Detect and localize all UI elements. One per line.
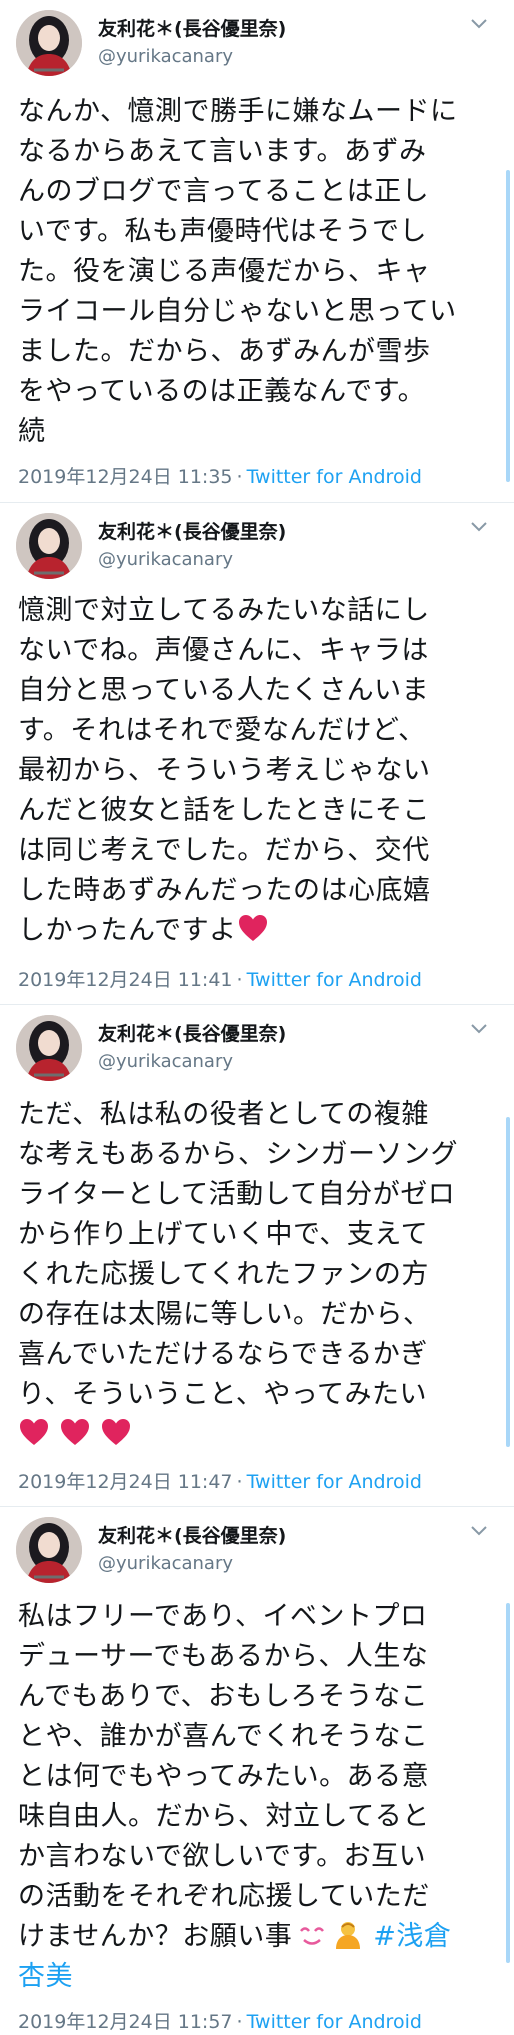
red-heart-icon: [102, 1419, 131, 1445]
tweet-text-line: した時あずみんだったのは心底嬉: [18, 875, 431, 906]
tweet-text-line: んでもありで、おもしろそうなこ: [18, 1681, 429, 1712]
tweet-text-line: な考えもあるから、シンガーソング: [18, 1139, 458, 1170]
tweet-text-line: 憶測で対立してるみたいな話にし: [18, 595, 430, 626]
tweet-meta: 2019年12月24日 11:35 · Twitter for Android: [18, 462, 422, 489]
red-heart-icon: [238, 915, 267, 941]
tweet-text-line: とは何でもやってみたい。ある意: [18, 1761, 430, 1792]
hashtag-link[interactable]: 杏美: [18, 1961, 73, 1992]
tweet-text-line: ライコール自分じゃないと思ってい: [18, 296, 457, 327]
avatar-image: [16, 1015, 82, 1081]
tweet-text-line: 私はフリーであり、イベントプロ: [18, 1601, 428, 1632]
tweet-text-line: けませんか？お願い事 #浅倉: [18, 1917, 496, 1957]
heart-emoji-row: [18, 1415, 496, 1455]
tweet-text-line: なんか、憶測で勝手に嫌なムードに: [18, 96, 458, 127]
tweet-text: ただ、私は私の役者としての複雑 な考えもあるから、シンガーソング ライターとして…: [18, 1095, 496, 1455]
thread-line: [506, 170, 510, 482]
tweet[interactable]: 友利花＊(長谷優里奈) @yurikacanary なんか、憶測で勝手に嫌なムー…: [0, 0, 514, 500]
tweet-meta: 2019年12月24日 11:47 · Twitter for Android: [18, 1467, 422, 1494]
tweet-text-line: ライターとして活動して自分がゼロ: [18, 1179, 456, 1210]
tweet-source-link[interactable]: Twitter for Android: [247, 1471, 422, 1493]
tweet-text-line: の活動をそれぞれ応援していただ: [18, 1881, 430, 1912]
thread-line: [506, 1603, 510, 1963]
tweet-text: 私はフリーであり、イベントプロ デューサーでもあるから、人生な んでもありで、お…: [18, 1597, 496, 1997]
author-handle[interactable]: @yurikacanary: [98, 1051, 233, 1072]
avatar-image: [16, 10, 82, 76]
tweet-timestamp[interactable]: 2019年12月24日 11:41: [18, 969, 233, 991]
tweet-text-line: いです。私も声優時代はそうでし: [18, 216, 427, 247]
tweet-text-line: から作り上げていく中で、支えて: [18, 1219, 429, 1250]
hashtag-link[interactable]: #浅倉: [373, 1921, 451, 1952]
tweet-text-line: は同じ考えでした。だから、交代: [18, 835, 430, 866]
chevron-down-icon[interactable]: [470, 1525, 488, 1539]
smiling-face-icon: [300, 1927, 325, 1945]
tweet-text-line: ただ、私は私の役者としての複雑: [18, 1099, 429, 1130]
tweet-meta: 2019年12月24日 11:57 · Twitter for Android: [18, 2007, 422, 2034]
author-handle[interactable]: @yurikacanary: [98, 549, 233, 570]
author-handle[interactable]: @yurikacanary: [98, 1553, 233, 1574]
author-name[interactable]: 友利花＊(長谷優里奈): [98, 14, 286, 41]
tweet[interactable]: 友利花＊(長谷優里奈) @yurikacanary 私はフリーであり、イベントプ…: [0, 1506, 514, 2035]
avatar-image: [16, 513, 82, 579]
tweet-text-line: 続: [18, 416, 46, 447]
tweet-timestamp[interactable]: 2019年12月24日 11:57: [18, 2011, 233, 2033]
tweet-text: なんか、憶測で勝手に嫌なムードに なるからあえて言います。あずみ んのブログで言…: [18, 92, 496, 452]
tweet-text-line: くれた応援してくれたファンの方: [18, 1259, 429, 1290]
tweet-text-line: の存在は太陽に等しい。だから、: [18, 1299, 431, 1330]
author-avatar[interactable]: [16, 513, 82, 579]
tweet[interactable]: 友利花＊(長谷優里奈) @yurikacanary ただ、私は私の役者としての複…: [0, 1004, 514, 1505]
tweet-text-line: 最初から、そういう考えじゃない: [18, 755, 431, 786]
tweet-text-line: デューサーでもあるから、人生な: [18, 1641, 429, 1672]
tweet-timestamp[interactable]: 2019年12月24日 11:47: [18, 1471, 233, 1493]
tweet-text-line: 自分と思っている人たくさんいま: [18, 675, 430, 706]
author-avatar[interactable]: [16, 1517, 82, 1583]
meta-separator: ·: [236, 466, 243, 488]
avatar-image: [16, 1517, 82, 1583]
tweet-timestamp[interactable]: 2019年12月24日 11:35: [18, 466, 233, 488]
tweet-text-line: り、そういうこと、やってみたい: [18, 1379, 427, 1410]
tweet-text-line: をやっているのは正義なんです。: [18, 376, 426, 407]
author-name[interactable]: 友利花＊(長谷優里奈): [98, 517, 286, 544]
tweet-text-line: んだと彼女と話をしたときにそこ: [18, 795, 430, 826]
tweet-meta: 2019年12月24日 11:41 · Twitter for Android: [18, 965, 422, 992]
tweet-text-line-content: けませんか？お願い事: [18, 1921, 293, 1952]
tweet-text-line: 喜んでいただけるならできるかぎ: [18, 1339, 428, 1370]
person-bowing-icon: [336, 1922, 361, 1949]
tweet-text-line: ました。だから、あずみんが雪歩: [18, 336, 431, 367]
author-name[interactable]: 友利花＊(長谷優里奈): [98, 1521, 286, 1548]
tweet-text-line: か言わないで欲しいです。お互い: [18, 1841, 427, 1872]
tweet-text-line: 杏美: [18, 1957, 496, 1997]
tweet-source-link[interactable]: Twitter for Android: [247, 969, 422, 991]
meta-separator: ·: [236, 1471, 243, 1493]
red-heart-icon: [20, 1419, 48, 1445]
tweet-text-line-content: しかったんですよ: [18, 915, 237, 946]
tweet-text-line: た。役を演じる声優だから、キャ: [18, 256, 431, 287]
tweet-text-line: なるからあえて言います。あずみ: [18, 136, 427, 167]
chevron-down-icon[interactable]: [470, 521, 488, 535]
red-heart-icon: [61, 1419, 90, 1445]
chevron-down-icon[interactable]: [470, 18, 488, 32]
tweet-source-link[interactable]: Twitter for Android: [247, 466, 422, 488]
thread-line: [506, 1117, 510, 1447]
tweet-text-line: んのブログで言ってることは正し: [18, 176, 430, 207]
tweet-text-line: 味自由人。だから、対立してると: [18, 1801, 430, 1832]
author-handle[interactable]: @yurikacanary: [98, 46, 233, 67]
tweet-text: 憶測で対立してるみたいな話にし ないでね。声優さんに、キャラは 自分と思っている…: [18, 591, 496, 951]
meta-separator: ·: [236, 2011, 243, 2033]
chevron-down-icon[interactable]: [470, 1023, 488, 1037]
tweet-text-line: しかったんですよ: [18, 911, 496, 951]
author-avatar[interactable]: [16, 1015, 82, 1081]
tweet-text-line: す。それはそれで愛なんだけど、: [18, 715, 426, 746]
author-avatar[interactable]: [16, 10, 82, 76]
tweet-source-link[interactable]: Twitter for Android: [247, 2011, 422, 2033]
tweet[interactable]: 友利花＊(長谷優里奈) @yurikacanary 憶測で対立してるみたいな話に…: [0, 502, 514, 1003]
meta-separator: ·: [236, 969, 243, 991]
tweet-text-line: ないでね。声優さんに、キャラは: [18, 635, 429, 666]
author-name[interactable]: 友利花＊(長谷優里奈): [98, 1019, 286, 1046]
tweet-text-line: とや、誰かが喜んでくれそうなこ: [18, 1721, 429, 1752]
